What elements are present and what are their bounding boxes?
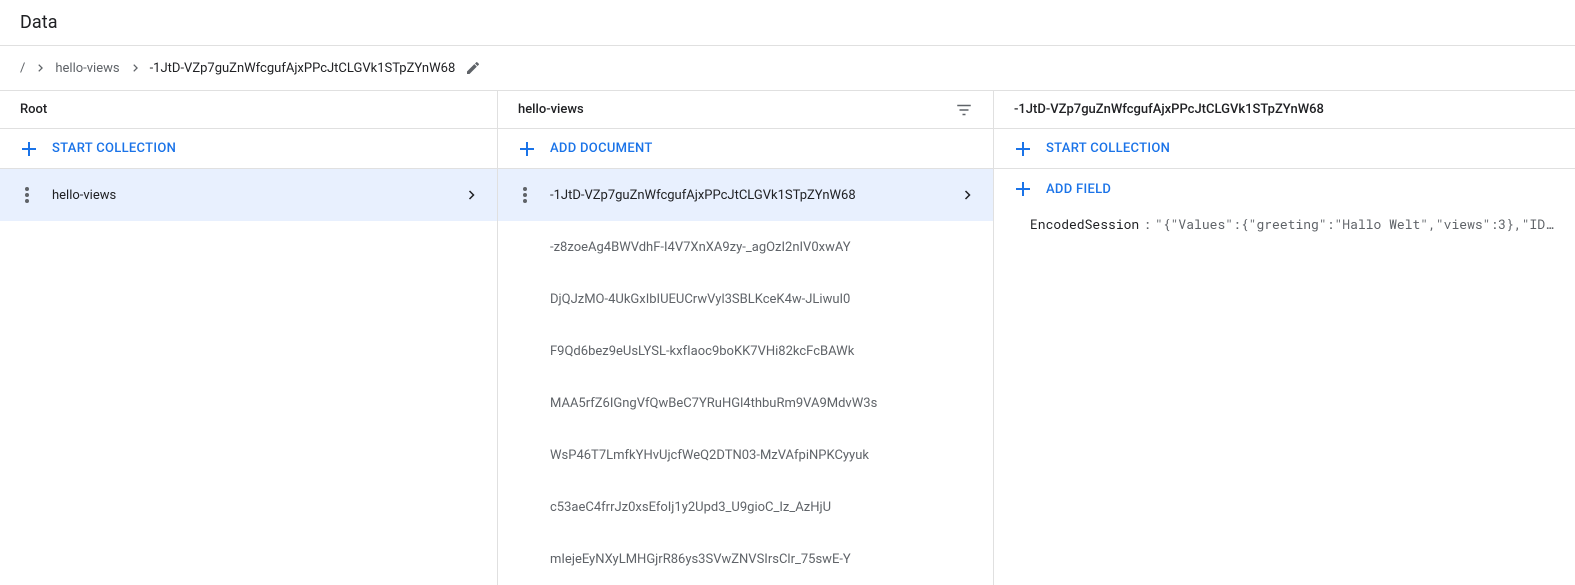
document-heading: -1JtD-VZp7guZnWfcgufAjxPPcJtCLGVk1STpZYn… (1014, 102, 1324, 117)
start-collection-button-detail[interactable]: START COLLECTION (994, 129, 1575, 169)
list-item[interactable]: F9Qd6bez9eUsLYSL-kxfIaoc9boKK7VHi82kcFcB… (498, 325, 993, 377)
collections-panel: Root START COLLECTION hello-views (0, 91, 498, 585)
list-item-label: F9Qd6bez9eUsLYSL-kxfIaoc9boKK7VHi82kcFcB… (550, 344, 973, 359)
list-item-label: -1JtD-VZp7guZnWfcgufAjxPPcJtCLGVk1STpZYn… (550, 188, 943, 203)
breadcrumb: / hello-views -1JtD-VZp7guZnWfcgufAjxPPc… (0, 46, 1575, 90)
field-row[interactable]: EncodedSession : "{"Values":{"greeting":… (994, 209, 1575, 239)
breadcrumb-document[interactable]: -1JtD-VZp7guZnWfcgufAjxPPcJtCLGVk1STpZYn… (150, 61, 456, 76)
add-document-button[interactable]: ADD DOCUMENT (498, 129, 993, 169)
plus-icon (1014, 140, 1032, 158)
plus-icon (1014, 180, 1032, 198)
list-item[interactable]: -1JtD-VZp7guZnWfcgufAjxPPcJtCLGVk1STpZYn… (498, 169, 993, 221)
list-item-label: mIejeEyNXyLMHGjrR86ys3SVwZNVSIrsClr_75sw… (550, 552, 973, 567)
field-value: "{"Values":{"greeting":"Hallo Welt","vie… (1155, 215, 1555, 233)
page-title: Data (0, 0, 1575, 46)
edit-icon[interactable] (465, 60, 481, 76)
list-item[interactable]: mIejeEyNXyLMHGjrR86ys3SVwZNVSIrsClr_75sw… (498, 533, 993, 585)
add-field-button[interactable]: ADD FIELD (994, 169, 1575, 209)
plus-icon (20, 140, 38, 158)
kebab-icon[interactable] (20, 187, 34, 203)
list-item[interactable]: MAA5rfZ6IGngVfQwBeC7YRuHGl4thbuRm9VA9Mdv… (498, 377, 993, 429)
list-item-label: hello-views (52, 188, 447, 203)
list-item-label: -z8zoeAg4BWVdhF-I4V7XnXA9zy-_agOzI2nIV0x… (550, 240, 973, 255)
list-item[interactable]: -z8zoeAg4BWVdhF-I4V7XnXA9zy-_agOzI2nIV0x… (498, 221, 993, 273)
list-item-label: c53aeC4frrJz0xsEfoIj1y2Upd3_U9gioC_Iz_Az… (550, 500, 973, 515)
filter-icon[interactable] (955, 101, 973, 119)
list-item-label: MAA5rfZ6IGngVfQwBeC7YRuHGl4thbuRm9VA9Mdv… (550, 396, 973, 411)
chevron-right-icon (465, 189, 477, 201)
list-item[interactable]: c53aeC4frrJz0xsEfoIj1y2Upd3_U9gioC_Iz_Az… (498, 481, 993, 533)
list-item[interactable]: hello-views (0, 169, 497, 221)
list-item-label: WsP46T7LmfkYHvUjcfWeQ2DTN03-MzVAfpiNPKCy… (550, 448, 973, 463)
field-key: EncodedSession (1030, 215, 1139, 233)
kebab-icon[interactable] (518, 187, 532, 203)
breadcrumb-collection[interactable]: hello-views (55, 61, 119, 76)
chevron-right-icon (35, 63, 45, 73)
chevron-right-icon (130, 63, 140, 73)
start-collection-label: START COLLECTION (52, 141, 176, 156)
chevron-right-icon (961, 189, 973, 201)
start-collection-label: START COLLECTION (1046, 141, 1170, 156)
plus-icon (518, 140, 536, 158)
breadcrumb-root[interactable]: / (20, 61, 25, 76)
documents-panel: hello-views ADD DOCUMENT -1JtD-VZp7guZnW… (498, 91, 994, 585)
add-field-label: ADD FIELD (1046, 182, 1111, 197)
document-detail-panel: -1JtD-VZp7guZnWfcgufAjxPPcJtCLGVk1STpZYn… (994, 91, 1575, 585)
add-document-label: ADD DOCUMENT (550, 141, 653, 156)
list-item-label: DjQJzMO-4UkGxIbIUEUCrwVyl3SBLKceK4w-JLiw… (550, 292, 973, 307)
collections-heading: Root (20, 102, 47, 117)
list-item[interactable]: WsP46T7LmfkYHvUjcfWeQ2DTN03-MzVAfpiNPKCy… (498, 429, 993, 481)
start-collection-button[interactable]: START COLLECTION (0, 129, 497, 169)
documents-heading: hello-views (518, 102, 584, 117)
list-item[interactable]: DjQJzMO-4UkGxIbIUEUCrwVyl3SBLKceK4w-JLiw… (498, 273, 993, 325)
